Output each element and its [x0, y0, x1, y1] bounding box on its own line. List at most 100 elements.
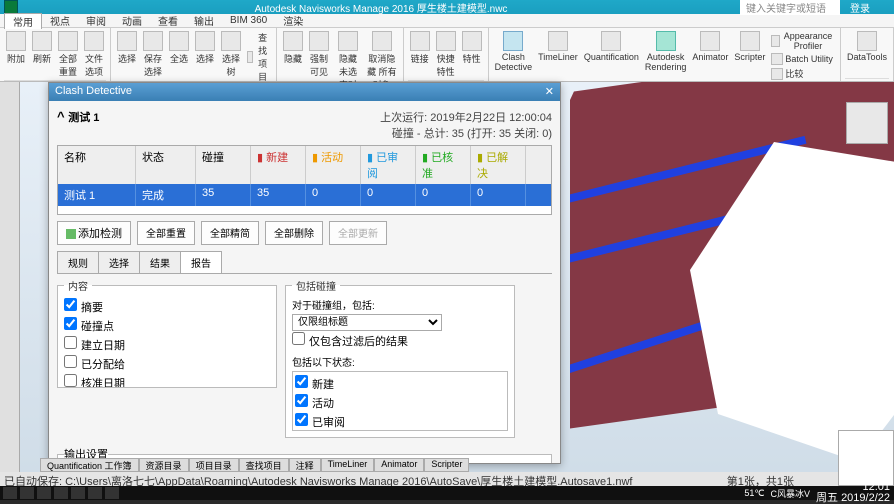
- ribbon-button[interactable]: TimeLiner: [536, 30, 580, 63]
- add-test-button[interactable]: 添加检测: [57, 221, 131, 245]
- content-checkbox[interactable]: [64, 298, 77, 311]
- ribbon-icon: [6, 31, 26, 51]
- left-toolbar[interactable]: [0, 82, 20, 472]
- status-checkbox[interactable]: [295, 394, 308, 407]
- docked-tab[interactable]: Quantification 工作簿: [40, 458, 139, 472]
- ribbon-icon: [58, 31, 78, 51]
- ribbon-button[interactable]: 比较: [769, 66, 836, 81]
- ribbon-button[interactable]: Autodesk Rendering: [643, 30, 689, 73]
- tab-rules[interactable]: 规则: [57, 251, 99, 273]
- ribbon-button[interactable]: 隐藏: [281, 30, 305, 66]
- ribbon-button[interactable]: Scripter: [732, 30, 767, 63]
- ribbon-button[interactable]: 刷新: [30, 30, 54, 66]
- ribbon-button[interactable]: 强制可见: [307, 30, 331, 79]
- ribbon-button[interactable]: Quantification: [582, 30, 641, 63]
- docked-tab[interactable]: Scripter: [424, 458, 469, 472]
- ribbon-icon: [548, 31, 568, 51]
- compact-all-button[interactable]: 全部精简: [201, 221, 259, 245]
- ribbon-icon: [372, 31, 392, 51]
- content-checkbox[interactable]: [64, 336, 77, 349]
- ribbon-button[interactable]: 特性: [460, 30, 484, 66]
- docked-tab[interactable]: 项目目录: [189, 458, 239, 472]
- ribbon-icon: [309, 31, 329, 51]
- ribbon-button[interactable]: Clash Detective: [493, 30, 535, 73]
- login-link[interactable]: 登录: [850, 0, 870, 15]
- ribbon-button[interactable]: 选择: [193, 30, 217, 66]
- search-input[interactable]: 键入关键字或短语: [740, 0, 840, 15]
- tab-results[interactable]: 结果: [139, 251, 181, 273]
- task-icon[interactable]: [105, 487, 119, 499]
- content-checkbox[interactable]: [64, 374, 77, 387]
- ribbon: 附加刷新全部重置文件选项项目 ▾选择保存选择全选选择选择 树查找项目快速查找集合…: [0, 28, 894, 82]
- task-icon[interactable]: [54, 487, 68, 499]
- tab-report[interactable]: 报告: [180, 251, 222, 273]
- status-checkbox[interactable]: [295, 375, 308, 388]
- docked-tab[interactable]: 查找项目: [239, 458, 289, 472]
- panel-close-icon[interactable]: ✕: [545, 85, 554, 99]
- task-icon[interactable]: [37, 487, 51, 499]
- tab-home[interactable]: 常用: [4, 13, 42, 29]
- filter-checkbox[interactable]: [292, 332, 305, 345]
- tab-output[interactable]: 输出: [186, 13, 222, 28]
- status-bar: 已自动保存: C:\Users\离洛七七\AppData\Roaming\Aut…: [0, 472, 894, 486]
- table-row[interactable]: 测试 1 完成 35 35 0 0 0 0: [58, 184, 551, 206]
- ribbon-icon: [740, 31, 760, 51]
- tab-bim360[interactable]: BIM 360: [222, 15, 275, 26]
- tab-review[interactable]: 审阅: [78, 13, 114, 28]
- ribbon-button[interactable]: 文件选项: [82, 30, 106, 79]
- content-checkbox[interactable]: [64, 355, 77, 368]
- ribbon-icon: [338, 31, 358, 51]
- viewport-3d[interactable]: Clash Detective ✕ ^ 测试 1 上次运行: 2019年2月22…: [20, 82, 894, 472]
- docked-tab[interactable]: TimeLiner: [321, 458, 375, 472]
- ribbon-button[interactable]: 选择 树: [219, 30, 243, 79]
- ribbon-button[interactable]: 快捷 特性: [434, 30, 458, 79]
- clash-summary: 碰撞 - 总计: 35 (打开: 35 关闭: 0): [380, 125, 552, 141]
- ribbon-icon: [195, 31, 215, 51]
- ribbon-icon: [283, 31, 303, 51]
- ribbon-icon: [117, 31, 137, 51]
- tab-render[interactable]: 渲染: [275, 13, 311, 28]
- clash-tests-grid: 名称 状态 碰撞 ▮ 新建 ▮ 活动 ▮ 已审阅 ▮ 已核准 ▮ 已解决 测试 …: [57, 145, 552, 215]
- content-fieldset: 内容 摘要碰撞点建立日期已分配给核准日期核准者层名称项目路径项目 ID: [57, 278, 277, 388]
- ribbon-button[interactable]: Animator: [690, 30, 730, 63]
- ime-indicator[interactable]: C风暴冰V: [770, 487, 810, 500]
- tab-view[interactable]: 查看: [150, 13, 186, 28]
- ribbon-button[interactable]: 全选: [167, 30, 191, 66]
- reset-all-button[interactable]: 全部重置: [137, 221, 195, 245]
- windows-taskbar[interactable]: 51℃ C风暴冰V 12:01 周五 2019/2/22: [0, 486, 894, 500]
- ribbon-button[interactable]: DataTools: [845, 30, 889, 63]
- task-icon[interactable]: [20, 487, 34, 499]
- group-select[interactable]: 仅限组标题: [292, 314, 442, 331]
- view-cube[interactable]: [846, 102, 888, 144]
- ribbon-button[interactable]: Batch Utility: [769, 52, 836, 66]
- ribbon-button[interactable]: 附加: [4, 30, 28, 66]
- task-icon[interactable]: [71, 487, 85, 499]
- ribbon-button[interactable]: 全部重置: [56, 30, 80, 79]
- start-icon[interactable]: [3, 487, 17, 499]
- ribbon-icon: [700, 31, 720, 51]
- ribbon-button[interactable]: 查找项目: [245, 30, 272, 84]
- ribbon-button[interactable]: 选择: [115, 30, 139, 66]
- clock[interactable]: 12:01 周五 2019/2/22: [816, 482, 894, 504]
- ribbon-icon: [247, 51, 253, 63]
- panel-title: Clash Detective: [55, 85, 132, 99]
- delete-all-button[interactable]: 全部删除: [265, 221, 323, 245]
- ribbon-icon: [771, 68, 783, 80]
- docked-tab[interactable]: 资源目录: [139, 458, 189, 472]
- ribbon-button[interactable]: 链接: [408, 30, 432, 66]
- test-name: ^ 测试 1: [57, 109, 99, 141]
- docked-tab[interactable]: Animator: [374, 458, 424, 472]
- content-checkbox[interactable]: [64, 317, 77, 330]
- ribbon-button[interactable]: Appearance Profiler: [769, 30, 836, 52]
- ribbon-button[interactable]: 保存选择: [141, 30, 165, 79]
- tab-viewpoint[interactable]: 视点: [42, 13, 78, 28]
- ime-avatar[interactable]: [838, 430, 894, 486]
- docked-tab[interactable]: 注释: [289, 458, 321, 472]
- ribbon-icon: [169, 31, 189, 51]
- status-checkbox[interactable]: [295, 413, 308, 426]
- update-all-button[interactable]: 全部更新: [329, 221, 387, 245]
- tab-select[interactable]: 选择: [98, 251, 140, 273]
- tab-animation[interactable]: 动画: [114, 13, 150, 28]
- task-icon[interactable]: [88, 487, 102, 499]
- ribbon-icon: [857, 31, 877, 51]
